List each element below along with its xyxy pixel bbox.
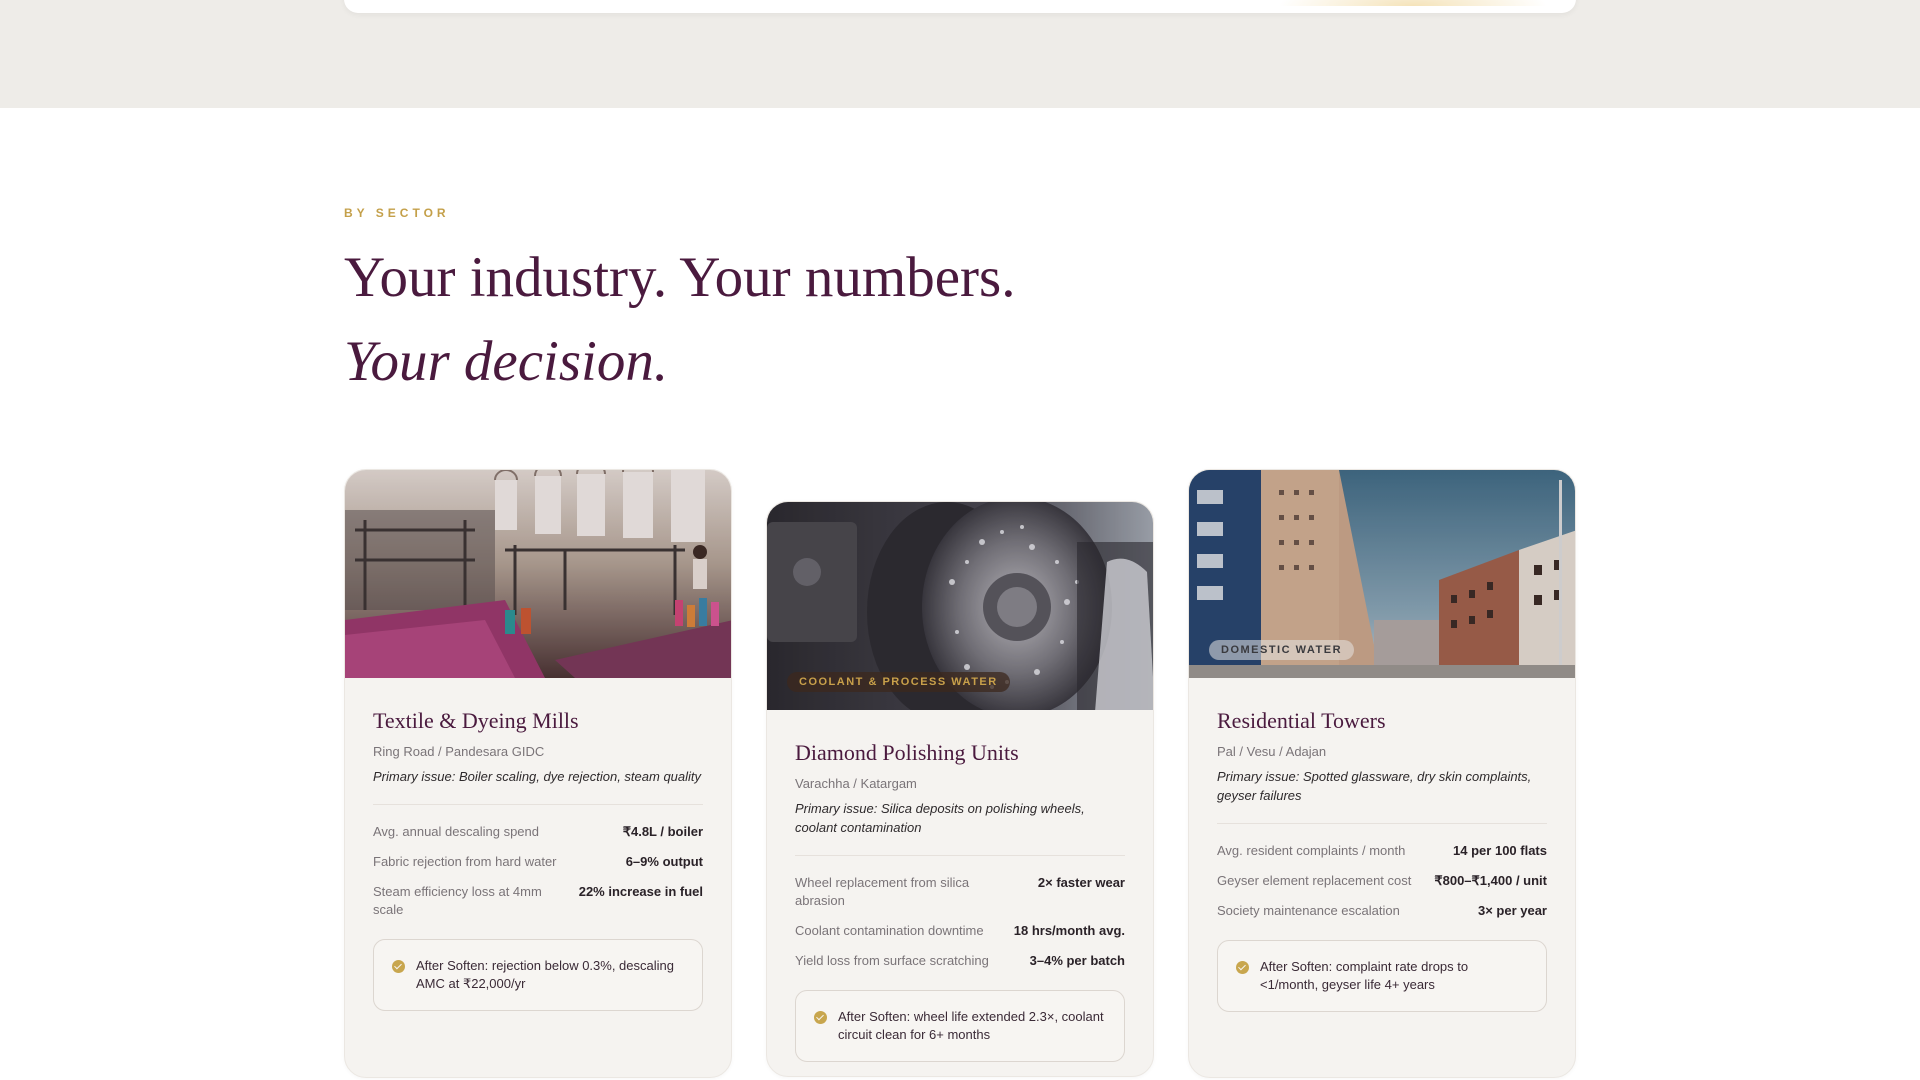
check-icon: [814, 1011, 827, 1024]
metric-value: 14 per 100 flats: [1453, 843, 1547, 858]
metric-label: Avg. annual descaling spend: [373, 824, 539, 839]
check-icon: [392, 960, 405, 973]
metric-value: 22% increase in fuel: [578, 884, 703, 899]
after-soften-callout: After Soften: wheel life extended 2.3×, …: [795, 990, 1125, 1062]
after-soften-callout: After Soften: rejection below 0.3%, desc…: [373, 939, 703, 1011]
sector-badge: COOLANT & PROCESS WATER: [787, 672, 1010, 692]
metric-row: Avg. resident complaints / month 14 per …: [1217, 842, 1547, 860]
card-primary-issue: Primary issue: Boiler scaling, dye rejec…: [373, 767, 703, 805]
metric-row: Wheel replacement from silica abrasion 2…: [795, 874, 1125, 910]
metric-label: Fabric rejection from hard water: [373, 854, 557, 869]
metric-label: Avg. resident complaints / month: [1217, 843, 1406, 858]
metric-label: Society maintenance escalation: [1217, 903, 1400, 918]
sector-card-residential[interactable]: DOMESTIC WATER Residential Towers Pal / …: [1188, 469, 1576, 1078]
metric-value: ₹4.8L / boiler: [622, 824, 703, 839]
metric-label: Yield loss from surface scratching: [795, 953, 989, 968]
check-icon: [1236, 961, 1249, 974]
section-eyebrow: BY SECTOR: [344, 206, 450, 220]
metric-value: 3× per year: [1477, 903, 1547, 918]
previous-section-band: [0, 0, 1920, 108]
card-location: Varachha / Katargam: [795, 776, 917, 791]
metric-value: 2× faster wear: [1037, 875, 1125, 890]
diamond-polishing-image: COOLANT & PROCESS WATER: [767, 502, 1153, 710]
after-soften-text: After Soften: complaint rate drops to <1…: [1260, 959, 1469, 992]
card-primary-issue: Primary issue: Spotted glassware, dry sk…: [1217, 767, 1547, 824]
textile-mill-image: [345, 470, 731, 678]
metric-label: Wheel replacement from silica abrasion: [795, 875, 970, 908]
metric-row: Avg. annual descaling spend ₹4.8L / boil…: [373, 823, 703, 841]
card-title: Textile & Dyeing Mills: [373, 708, 579, 733]
card-title: Residential Towers: [1217, 708, 1386, 733]
card-title: Diamond Polishing Units: [795, 740, 1019, 765]
metric-row: Fabric rejection from hard water 6–9% ou…: [373, 853, 703, 871]
metric-row: Coolant contamination downtime 18 hrs/mo…: [795, 922, 1125, 940]
after-soften-text: After Soften: wheel life extended 2.3×, …: [838, 1009, 1104, 1042]
after-soften-callout: After Soften: complaint rate drops to <1…: [1217, 940, 1547, 1012]
sector-card-diamond[interactable]: COOLANT & PROCESS WATER Diamond Polishin…: [766, 501, 1154, 1077]
metric-label: Steam efficiency loss at 4mm scale: [373, 884, 542, 917]
after-soften-text: After Soften: rejection below 0.3%, desc…: [416, 958, 674, 991]
metric-value: 6–9% output: [625, 854, 703, 869]
previous-section-card: [344, 0, 1576, 13]
metric-row: Yield loss from surface scratching 3–4% …: [795, 952, 1125, 970]
metric-row: Society maintenance escalation 3× per ye…: [1217, 902, 1547, 920]
section-headline-italic: Your decision.: [344, 330, 669, 393]
metric-value: ₹800–₹1,400 / unit: [1434, 873, 1547, 888]
metric-label: Coolant contamination downtime: [795, 923, 984, 938]
card-location: Ring Road / Pandesara GIDC: [373, 744, 545, 759]
metric-row: Geyser element replacement cost ₹800–₹1,…: [1217, 872, 1547, 890]
residential-towers-image: DOMESTIC WATER: [1189, 470, 1575, 678]
metric-value: 3–4% per batch: [1029, 953, 1125, 968]
sector-card-textile[interactable]: Textile & Dyeing Mills Ring Road / Pande…: [344, 469, 732, 1078]
metric-value: 18 hrs/month avg.: [1013, 923, 1125, 938]
card-location: Pal / Vesu / Adajan: [1217, 744, 1327, 759]
section-headline: Your industry. Your numbers.: [344, 246, 1016, 309]
metric-row: Steam efficiency loss at 4mm scale 22% i…: [373, 883, 703, 919]
card-primary-issue: Primary issue: Silica deposits on polish…: [795, 799, 1125, 856]
metric-label: Geyser element replacement cost: [1217, 873, 1412, 888]
sector-badge: DOMESTIC WATER: [1209, 640, 1355, 660]
